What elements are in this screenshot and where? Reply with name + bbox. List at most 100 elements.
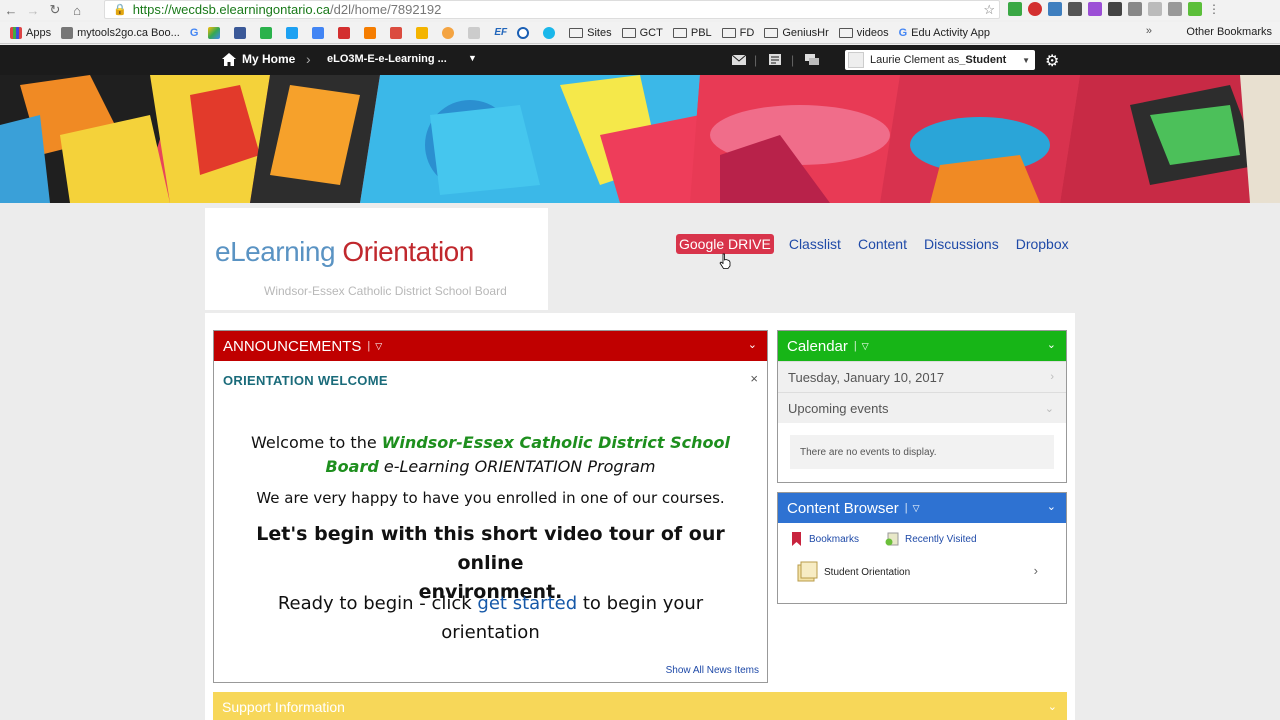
other-bookmarks[interactable]: Other Bookmarks (1186, 26, 1272, 38)
message-icon[interactable] (732, 53, 746, 66)
bookmark-doc[interactable] (468, 26, 484, 39)
my-home-link[interactable]: My Home (222, 52, 295, 66)
collapse-chevron-icon[interactable]: ⌄ (1048, 700, 1057, 713)
url-field[interactable]: 🔒 https://wecdsb.elearningontario.ca/d2l… (104, 0, 1000, 19)
page-icon (61, 26, 74, 39)
url-path: /d2l/home/7892192 (330, 2, 442, 17)
tab-google-drive[interactable]: Google DRIVE (676, 234, 774, 254)
bookmark-twitter[interactable] (286, 26, 302, 39)
collapse-chevron-icon[interactable]: ⌄ (748, 338, 757, 351)
course-caret-icon[interactable]: ▼ (468, 53, 477, 63)
back-icon[interactable]: ← (0, 3, 22, 18)
app-icon (338, 26, 351, 39)
widget-menu-icon[interactable]: ▽ (862, 341, 869, 352)
bookmarks-link[interactable]: Bookmarks (792, 532, 859, 546)
url-host: https://wecdsb.elearningontario.ca (132, 2, 330, 17)
extension-icon[interactable] (1048, 2, 1062, 16)
bookmark-geniushr[interactable]: GeniusHr (764, 27, 829, 39)
bookmark-mytools[interactable]: mytools2go.ca Boo... (61, 26, 180, 39)
recently-visited-link[interactable]: Recently Visited (885, 532, 977, 546)
recent-icon (885, 532, 899, 546)
announcements-widget: ANNOUNCEMENTS | ▽ ⌄ ORIENTATION WELCOME … (213, 330, 768, 683)
user-menu[interactable]: Laurie Clement as _Student ▼ (845, 50, 1035, 70)
extension-icon[interactable] (1068, 2, 1082, 16)
upcoming-events-row[interactable]: Upcoming events ⌄ (778, 392, 1066, 423)
tab-classlist[interactable]: Classlist (789, 236, 841, 252)
tab-discussions[interactable]: Discussions (924, 236, 999, 252)
bookmark-blogger[interactable] (364, 26, 380, 39)
show-all-news-link[interactable]: Show All News Items (666, 665, 759, 676)
reload-icon[interactable]: ↻ (44, 2, 66, 18)
course-navigation: Google DRIVE Classlist Content Discussio… (676, 234, 1086, 254)
collapse-chevron-icon[interactable]: ⌄ (1047, 338, 1056, 351)
widget-menu-icon[interactable]: ▽ (913, 503, 920, 514)
bookmark-user[interactable] (234, 26, 250, 39)
ef-icon: EF (494, 27, 508, 38)
bookmark-vimeo[interactable] (543, 26, 559, 39)
extension-icon[interactable] (1188, 2, 1202, 16)
extension-icon[interactable] (1088, 2, 1102, 16)
student-orientation-item[interactable]: Student Orientation (796, 561, 910, 583)
support-title: Support Information (222, 699, 345, 715)
bookmark-feedly[interactable] (260, 26, 276, 39)
bookmark-sites[interactable]: Sites (569, 27, 612, 39)
chevron-right-icon: › (1050, 371, 1054, 383)
calendar-date-row[interactable]: Tuesday, January 10, 2017 › (778, 361, 1066, 392)
home-icon[interactable]: ⌂ (66, 3, 88, 18)
bookmark-drive[interactable] (208, 26, 224, 39)
announcements-title: ANNOUNCEMENTS (223, 337, 362, 355)
user-icon (234, 26, 247, 39)
extension-icon[interactable] (1168, 2, 1182, 16)
bookmark-ext[interactable] (338, 26, 354, 39)
extension-icon[interactable] (1108, 2, 1122, 16)
opera-icon[interactable] (1028, 2, 1042, 16)
chevron-down-icon: ⌄ (1044, 402, 1054, 415)
blogger-icon (364, 26, 377, 39)
updates-icon[interactable] (768, 53, 782, 66)
bookmark-videos[interactable]: videos (838, 27, 889, 39)
bookmark-gct[interactable]: GCT (621, 27, 663, 39)
bookmark-apps[interactable]: Apps (10, 26, 51, 39)
folder-icon (621, 27, 636, 38)
gear-icon[interactable]: ⚙ (1045, 51, 1059, 71)
avatar (848, 52, 864, 68)
bookmark-calendar[interactable] (312, 26, 328, 39)
widget-menu-icon[interactable]: ▽ (375, 341, 382, 352)
bookmark-star-icon[interactable]: ☆ (983, 2, 995, 18)
bookmark-todoist[interactable] (390, 26, 406, 39)
more-bookmarks-icon[interactable]: » (1146, 25, 1152, 37)
bookmark-ef[interactable]: EF (494, 27, 507, 38)
d2l-navbar: My Home › eLO3M-E-e-Learning ... ▼ | | L… (0, 45, 1280, 75)
bookmark-google[interactable]: G (190, 27, 199, 39)
folder-icon (721, 27, 736, 38)
lock-icon: 🔒 (113, 4, 127, 16)
flower-icon (442, 26, 455, 39)
course-selector[interactable]: eLO3M-E-e-Learning ... (327, 53, 447, 65)
cast-icon[interactable] (1128, 2, 1142, 16)
google-icon: G (189, 26, 199, 39)
browser-toolbar: ← → ↻ ⌂ 🔒 https://wecdsb.elearningontari… (0, 0, 1280, 20)
chat-icon[interactable] (805, 53, 819, 66)
support-widget: Support Information ⌄ (213, 692, 1067, 720)
bookmark-flower[interactable] (442, 26, 458, 39)
tab-content[interactable]: Content (858, 236, 907, 252)
bookmark-keep[interactable] (416, 26, 432, 39)
menu-icon[interactable]: ⋮ (1208, 2, 1222, 16)
chevron-right-icon[interactable]: › (1034, 563, 1038, 578)
divider: | (367, 340, 371, 352)
extension-icon[interactable] (1008, 2, 1022, 16)
calendar-title: Calendar (787, 337, 848, 355)
bookmark-circle[interactable] (517, 26, 533, 39)
forward-icon[interactable]: → (22, 3, 44, 18)
extension-icon[interactable] (1148, 2, 1162, 16)
get-started-link[interactable]: get started (477, 593, 577, 614)
bookmark-pbl[interactable]: PBL (672, 27, 712, 39)
calendar-date: Tuesday, January 10, 2017 (788, 369, 945, 385)
bookmarks-bar: Apps mytools2go.ca Boo... G EF Sites GCT… (0, 22, 1280, 44)
collapse-chevron-icon[interactable]: ⌄ (1047, 500, 1056, 513)
close-icon[interactable]: × (750, 371, 758, 386)
bookmark-fd[interactable]: FD (721, 27, 754, 39)
course-banner (0, 75, 1280, 203)
tab-dropbox[interactable]: Dropbox (1016, 236, 1069, 252)
bookmark-edu-activity[interactable]: G Edu Activity App (899, 27, 990, 39)
